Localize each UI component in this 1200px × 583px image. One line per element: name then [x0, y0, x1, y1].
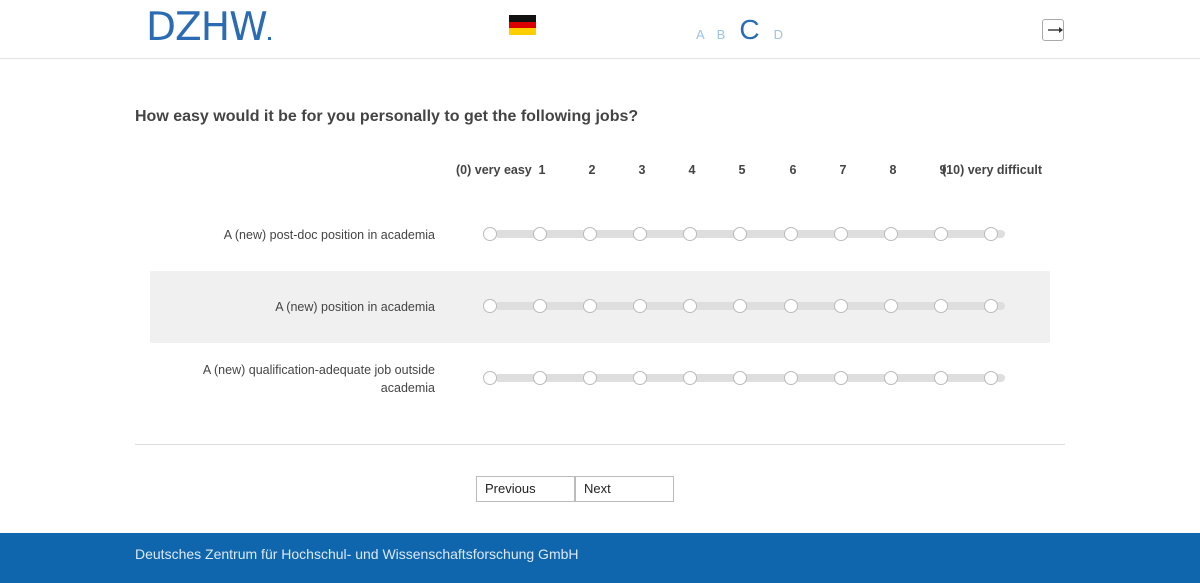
radio-option-4[interactable]: [683, 371, 697, 385]
row-label: A (new) post-doc position in academia: [223, 228, 435, 242]
next-button[interactable]: Next: [575, 476, 674, 502]
radio-option-5[interactable]: [733, 227, 747, 241]
radio-option-4[interactable]: [683, 299, 697, 313]
font-size-a[interactable]: A: [696, 27, 705, 42]
previous-button[interactable]: Previous: [476, 476, 575, 502]
scale-label-6: 6: [789, 163, 797, 177]
radio-option-0[interactable]: [483, 371, 497, 385]
radio-option-6[interactable]: [784, 299, 798, 313]
radio-option-10[interactable]: [984, 299, 998, 313]
scale-label-8: 8: [889, 163, 897, 177]
scale-label-1: 1: [538, 163, 546, 177]
matrix-row-outside-academia: A (new) qualification-adequate job outsi…: [150, 343, 1050, 415]
logout-icon: [1048, 27, 1063, 33]
slider-track[interactable]: [495, 302, 1005, 310]
radio-option-5[interactable]: [733, 371, 747, 385]
radio-option-4[interactable]: [683, 227, 697, 241]
row-label: A (new) qualification-adequate job outsi…: [202, 363, 435, 395]
scale-label-7: 7: [839, 163, 847, 177]
question-title: How easy would it be for you personally …: [135, 108, 639, 125]
radio-option-1[interactable]: [533, 299, 547, 313]
radio-option-6[interactable]: [784, 371, 798, 385]
radio-option-10[interactable]: [984, 371, 998, 385]
slider-track[interactable]: [495, 374, 1005, 382]
radio-option-7[interactable]: [834, 299, 848, 313]
scale-label-10: (10) very difficult: [942, 163, 1043, 177]
german-flag-icon[interactable]: [509, 15, 536, 35]
matrix-row-academia: A (new) position in academia: [150, 271, 1050, 343]
dzhw-logo: DZHW: [146, 8, 271, 48]
scale-label-2: 2: [588, 163, 596, 177]
font-size-b[interactable]: B: [717, 27, 726, 42]
scale-label-3: 3: [638, 163, 646, 177]
radio-option-0[interactable]: [483, 227, 497, 241]
radio-option-9[interactable]: [934, 227, 948, 241]
radio-option-1[interactable]: [533, 227, 547, 241]
scale-label-4: 4: [688, 163, 696, 177]
logout-button[interactable]: [1042, 19, 1064, 41]
slider-track[interactable]: [495, 230, 1005, 238]
scale-label-5: 5: [738, 163, 746, 177]
footer-text: Deutsches Zentrum für Hochschul- und Wis…: [135, 546, 579, 562]
radio-option-7[interactable]: [834, 227, 848, 241]
radio-option-1[interactable]: [533, 371, 547, 385]
radio-option-2[interactable]: [583, 371, 597, 385]
scale-label-0: (0) very easy: [456, 163, 532, 177]
radio-option-3[interactable]: [633, 299, 647, 313]
header: DZHW A B C D: [0, 0, 1200, 59]
radio-option-8[interactable]: [884, 371, 898, 385]
divider: [135, 444, 1065, 445]
font-size-selector: A B C D: [690, 14, 789, 46]
radio-option-2[interactable]: [583, 227, 597, 241]
radio-option-7[interactable]: [834, 371, 848, 385]
font-size-c[interactable]: C: [739, 14, 759, 46]
radio-option-6[interactable]: [784, 227, 798, 241]
radio-option-10[interactable]: [984, 227, 998, 241]
row-label: A (new) position in academia: [275, 300, 435, 314]
radio-option-9[interactable]: [934, 371, 948, 385]
radio-option-8[interactable]: [884, 299, 898, 313]
radio-option-3[interactable]: [633, 227, 647, 241]
radio-option-3[interactable]: [633, 371, 647, 385]
radio-option-2[interactable]: [583, 299, 597, 313]
footer: Deutsches Zentrum für Hochschul- und Wis…: [0, 533, 1200, 583]
radio-option-0[interactable]: [483, 299, 497, 313]
radio-option-9[interactable]: [934, 299, 948, 313]
font-size-d[interactable]: D: [774, 27, 783, 42]
radio-option-8[interactable]: [884, 227, 898, 241]
radio-option-5[interactable]: [733, 299, 747, 313]
matrix-row-postdoc: A (new) post-doc position in academia: [150, 198, 1050, 270]
